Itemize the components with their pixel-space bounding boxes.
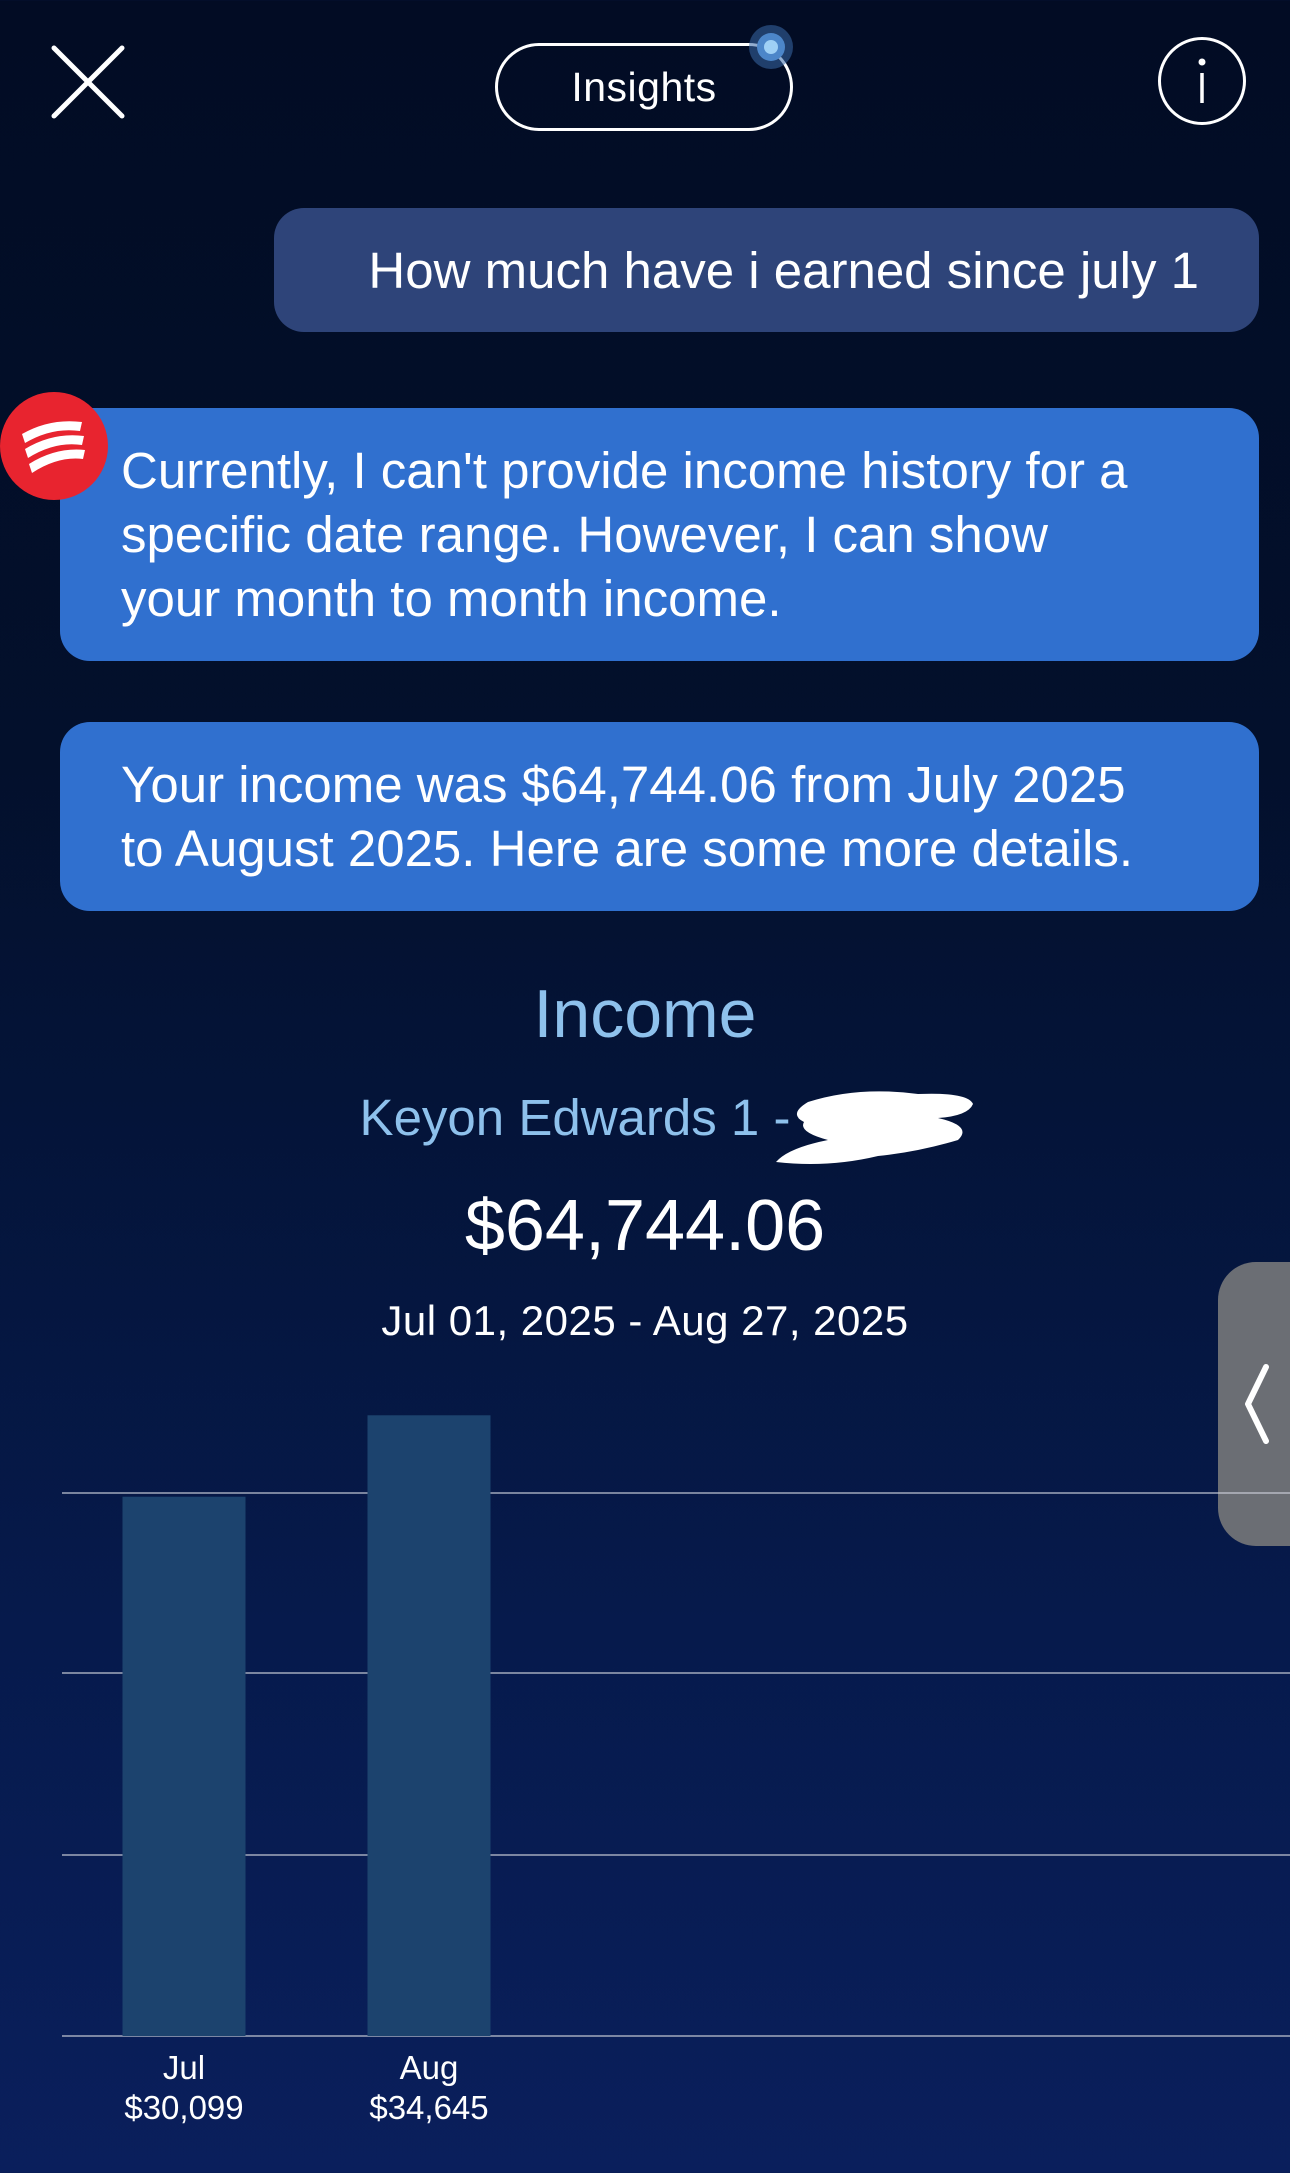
chart-bar-aug[interactable] <box>367 1415 491 2036</box>
date-range: Jul 01, 2025 - Aug 27, 2025 <box>381 1297 909 1344</box>
chart-value-label: $34,645 <box>369 2089 488 2126</box>
total-income: $64,744.06 <box>464 1186 826 1266</box>
user-message-bubble: How much have i earned since july 1 <box>274 208 1259 332</box>
chart-value-label: $30,099 <box>124 2089 243 2126</box>
user-message-text: How much have i earned since july 1 <box>368 241 1199 299</box>
assistant-message-line: specific date range. However, I can show <box>121 506 1048 563</box>
info-button[interactable] <box>1158 37 1246 125</box>
account-selector[interactable]: Keyon Edwards 1 - <box>0 1088 1290 1147</box>
chart-category-label: Aug <box>400 2049 459 2086</box>
assistant-message-line: to August 2025. Here are some more detai… <box>121 820 1134 877</box>
income-title: Income <box>533 976 757 1052</box>
assistant-message-bubble: Your income was $64,744.06 from July 202… <box>60 722 1259 911</box>
notification-dot-icon <box>746 22 796 72</box>
income-bar-chart: Jul$30,099 Aug$34,645 <box>62 1415 1290 2126</box>
close-button[interactable] <box>46 40 130 124</box>
info-icon <box>1198 58 1206 103</box>
assistant-message-bubble: Currently, I can't provide income histor… <box>60 408 1259 661</box>
chart-category-label: Jul <box>163 2049 205 2086</box>
insights-label: Insights <box>571 63 717 110</box>
chart-bar-jul[interactable] <box>122 1496 246 2036</box>
assistant-message-line: Your income was $64,744.06 from July 202… <box>121 756 1126 813</box>
assistant-message-line: your month to month income. <box>121 570 782 627</box>
redaction-scribble <box>768 1082 978 1178</box>
account-name: Keyon Edwards 1 - <box>359 1089 791 1146</box>
close-icon <box>51 45 125 119</box>
assistant-message-line: Currently, I can't provide income histor… <box>121 442 1128 499</box>
assistant-logo-icon <box>0 392 108 500</box>
